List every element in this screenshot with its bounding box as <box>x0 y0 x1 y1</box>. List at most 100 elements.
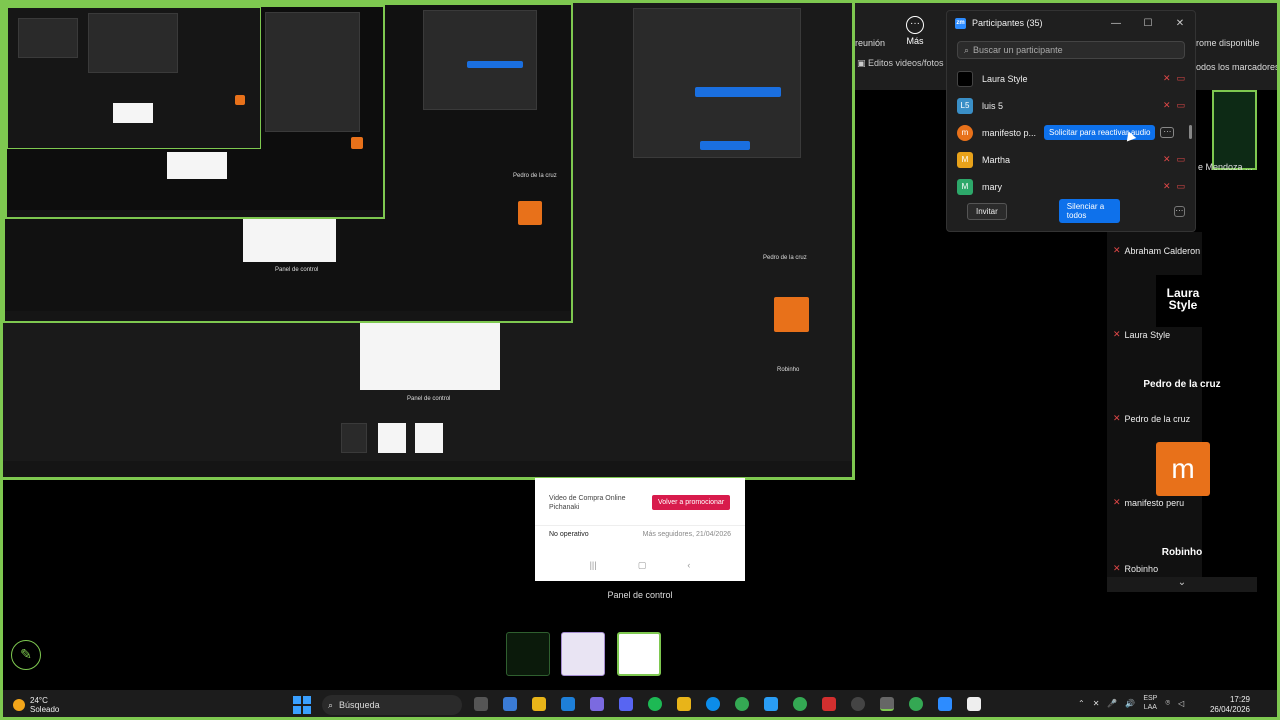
weather-desc: Soleado <box>30 705 60 714</box>
camera-off-icon[interactable]: ▭ <box>1176 73 1185 84</box>
taskbar-search[interactable]: ⌕ Búsqueda <box>322 695 462 715</box>
reunion-label: reunión <box>855 38 886 48</box>
video-center-pedro: Pedro de la cruz <box>1143 379 1221 390</box>
task-view-icon[interactable] <box>474 697 488 711</box>
settings-icon[interactable] <box>851 697 865 711</box>
participant-name: luis 5 <box>982 100 1004 111</box>
editos-tab[interactable]: ▣ Editos videos/fotos <box>857 58 944 69</box>
close-icon[interactable]: ✕ <box>1173 18 1187 29</box>
chrome-alt-icon[interactable] <box>909 697 923 711</box>
promote-button[interactable]: Volver a promocionar <box>652 495 731 510</box>
mic-icon[interactable]: 🎤 <box>1107 699 1117 708</box>
volume-icon[interactable]: 🔊 <box>1125 699 1135 708</box>
mic-off-icon[interactable]: ✕ <box>1163 73 1171 84</box>
participant-row[interactable]: M Martha ✕ ▭ <box>947 146 1195 173</box>
search-icon: ⌕ <box>964 44 970 55</box>
more-label: Más <box>906 36 924 46</box>
participant-row[interactable]: m manifesto p... Solicitar para reactiva… <box>947 119 1195 146</box>
mic-off-icon: ✕ <box>1113 563 1121 573</box>
participants-panel: zm Participantes (35) — ☐ ✕ ⌕ Laura Styl… <box>946 10 1196 232</box>
chrome-icon[interactable] <box>735 697 749 711</box>
minimize-icon[interactable]: — <box>1109 18 1123 29</box>
home-icon[interactable]: ▢ <box>638 560 647 571</box>
app-icon[interactable] <box>764 697 778 711</box>
discord-icon[interactable] <box>619 697 633 711</box>
annotate-pen-button[interactable]: ✎ <box>11 640 41 670</box>
mic-off-icon[interactable]: ✕ <box>1163 181 1171 192</box>
video-name-robinho: ✕ Robinho <box>1113 563 1159 574</box>
mic-off-icon[interactable]: ✕ <box>1163 100 1171 111</box>
sun-icon <box>13 699 25 711</box>
chevron-up-icon[interactable]: ⌃ <box>1078 699 1085 708</box>
window-thumbnail[interactable] <box>506 632 550 676</box>
clock-time: 17:29 <box>1229 695 1250 704</box>
spotify-icon[interactable] <box>648 697 662 711</box>
recent-apps-icon[interactable]: ||| <box>590 560 597 571</box>
participant-avatar <box>957 70 973 87</box>
zoom-logo-icon: zm <box>955 17 966 29</box>
status-text: No operativo <box>549 531 589 538</box>
zoom-icon[interactable] <box>938 697 952 711</box>
invite-button[interactable]: Invitar <box>967 202 1007 220</box>
followers-date: Más seguidores, 21/04/2026 <box>642 531 731 538</box>
participant-row[interactable]: M mary ✕ ▭ <box>947 173 1195 200</box>
maximize-icon[interactable]: ☐ <box>1141 18 1155 29</box>
start-icon[interactable] <box>293 696 311 714</box>
panel-label: Panel de control <box>607 590 673 600</box>
panel-title-bar: zm Participantes (35) — ☐ ✕ <box>947 11 1195 35</box>
mic-off-icon: ✕ <box>1113 413 1121 423</box>
copilot-icon[interactable] <box>503 697 517 711</box>
more-icon: ··· <box>906 16 924 34</box>
mail-icon[interactable] <box>561 697 575 711</box>
participant-name: Martha <box>982 154 1011 165</box>
request-unmute-button[interactable]: Solicitar para reactivar audio <box>1044 125 1156 140</box>
window-thumbnail[interactable] <box>561 632 605 676</box>
weather-widget[interactable]: 24°C Soleado <box>13 696 93 714</box>
back-icon[interactable]: ‹ <box>687 560 690 571</box>
search-icon: ⌕ <box>328 699 334 710</box>
camera-off-icon[interactable]: ▭ <box>1176 100 1185 111</box>
folder-icon[interactable] <box>677 697 691 711</box>
edge-icon[interactable] <box>706 697 720 711</box>
speaker-icon[interactable]: ◁ <box>1178 699 1184 708</box>
notepad-icon[interactable] <box>967 697 981 711</box>
camera-off-icon[interactable]: ▭ <box>1176 154 1185 165</box>
participant-name: Laura Style <box>982 73 1028 84</box>
camera-off-icon[interactable]: ▭ <box>1176 181 1185 192</box>
network-off-icon[interactable]: ✕ <box>1093 699 1100 708</box>
participant-more-button[interactable]: ··· <box>1160 127 1175 138</box>
mic-off-icon: ✕ <box>1113 497 1121 507</box>
mic-off-icon[interactable]: ✕ <box>1163 154 1171 165</box>
taskbar: 24°C Soleado ⌕ Búsqueda ⌃ ✕ 🎤 🔊 ESP LAA … <box>0 690 1280 720</box>
clock-date: 26/04/2026 <box>1209 705 1250 714</box>
phone-preview: Video de Compra Online Pichanaki Volver … <box>535 478 745 581</box>
mic-off-icon: ✕ <box>1113 245 1121 255</box>
more-button[interactable]: ··· Más <box>900 16 930 46</box>
video-name-abraham: ✕ Abraham Calderon <box>1113 245 1201 256</box>
calculator-icon[interactable] <box>880 697 894 711</box>
participant-search-input[interactable] <box>973 45 1174 55</box>
participant-avatar: M <box>957 151 973 168</box>
teams-icon[interactable] <box>590 697 604 711</box>
panel-title: Participantes (35) <box>972 18 1043 28</box>
window-thumbnail[interactable] <box>617 632 661 676</box>
wifi-icon[interactable]: ⌾ <box>1165 698 1170 708</box>
participant-avatar: M <box>957 178 973 195</box>
video-name-manifesto: ✕ manifesto peru <box>1113 497 1185 508</box>
mute-all-button[interactable]: Silenciar a todos <box>1058 199 1120 223</box>
participant-row[interactable]: Laura Style ✕ ▭ <box>947 65 1195 92</box>
nested-capture-level-3 <box>5 5 385 219</box>
chrome-available-text: rome disponible <box>1196 38 1260 48</box>
chrome-profile-icon[interactable] <box>793 697 807 711</box>
participant-search: ⌕ <box>957 41 1185 59</box>
language-indicator[interactable]: ESP LAA <box>1143 694 1157 712</box>
panel-more-button[interactable]: ··· <box>1173 205 1185 217</box>
gallery-scroll-down[interactable]: ⌄ <box>1107 577 1257 592</box>
clock[interactable]: 17:29 26/04/2026 <box>1210 695 1250 715</box>
video-name-laura: ✕ Laura Style <box>1113 329 1171 340</box>
participant-row[interactable]: L5 luis 5 ✕ ▭ <box>947 92 1195 119</box>
anydesk-icon[interactable] <box>822 697 836 711</box>
file-explorer-icon[interactable] <box>532 697 546 711</box>
active-speaker-tile <box>1212 90 1257 170</box>
panel-scrollbar[interactable] <box>1189 125 1192 139</box>
